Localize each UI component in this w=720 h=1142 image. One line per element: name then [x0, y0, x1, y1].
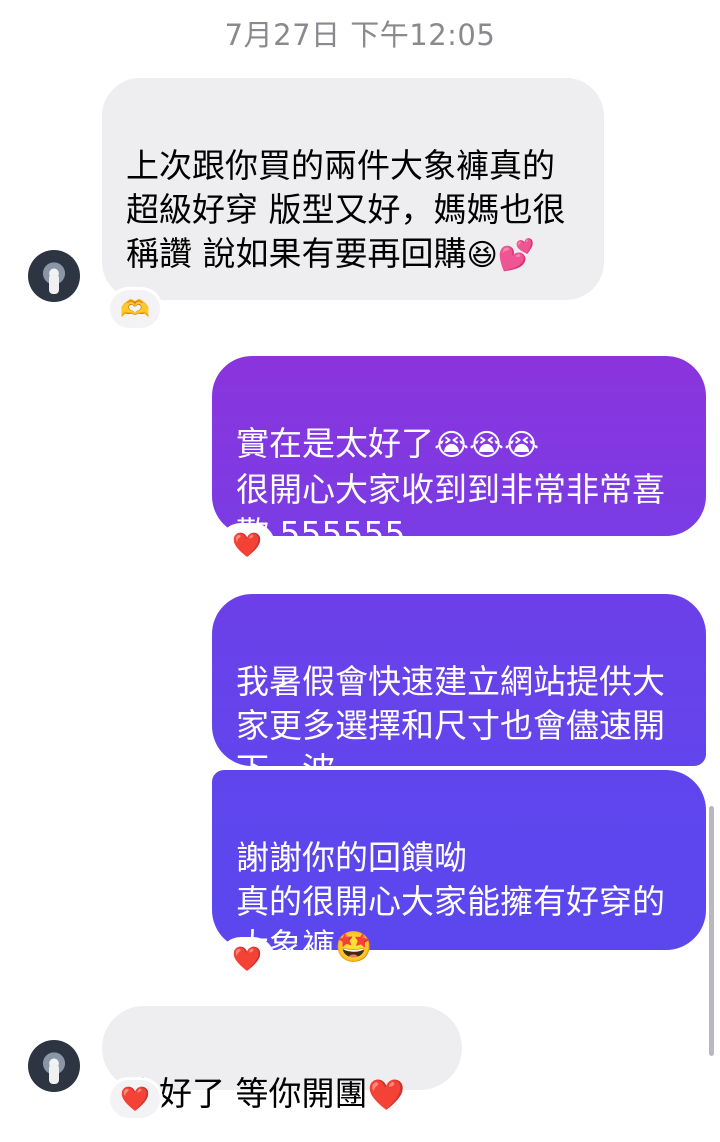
sent-message-3[interactable]: 謝謝你的回饋呦 真的很開心大家能擁有好穿的大象褲🤩 [212, 770, 706, 965]
contact-avatar[interactable] [28, 1040, 80, 1092]
heart-hands-reaction-icon[interactable]: 🫶 [110, 290, 160, 328]
received-message-2[interactable]: 太好了 等你開團❤️ [102, 1006, 462, 1113]
message-emoji: 😆💕 [466, 238, 536, 273]
heart-reaction-icon[interactable]: ❤️ [110, 1080, 160, 1118]
sent-message-1[interactable]: 實在是太好了😭😭😭 很開心大家收到到非常非常喜歡 555555 [212, 356, 706, 553]
message-emoji: 🤩 [335, 930, 373, 965]
heart-reaction-icon[interactable]: ❤️ [222, 940, 272, 978]
heart-icon: ❤️ [232, 531, 262, 559]
message-timestamp: 7月27日 下午12:05 [224, 18, 496, 52]
contact-avatar[interactable] [28, 250, 80, 302]
sent-message-2[interactable]: 我暑假會快速建立網站提供大家更多選擇和尺寸也會儘速開下一波 [212, 594, 706, 789]
heart-icon: ❤️ [232, 945, 262, 973]
message-text-2: 很開心大家收到到非常非常喜歡 555555 [236, 470, 665, 553]
message-text: 謝謝你的回饋呦 真的很開心大家能擁有好穿的大象褲 [236, 838, 665, 965]
message-text: 實在是太好了 [236, 424, 434, 463]
heart-reaction-icon[interactable]: ❤️ [222, 526, 272, 564]
message-emoji: 😭😭😭 [434, 428, 540, 463]
message-text: 太好了 等你開團 [126, 1074, 368, 1113]
received-message-1[interactable]: 上次跟你買的兩件大象褲真的超級好穿 版型又好，媽媽也很稱讚 說如果有要再回購😆💕 [102, 78, 604, 300]
reaction-emoji: 🫶 [120, 295, 150, 323]
scrollbar[interactable] [709, 806, 714, 1056]
heart-emoji: ❤️ [367, 1078, 405, 1113]
heart-icon: ❤️ [120, 1085, 150, 1113]
